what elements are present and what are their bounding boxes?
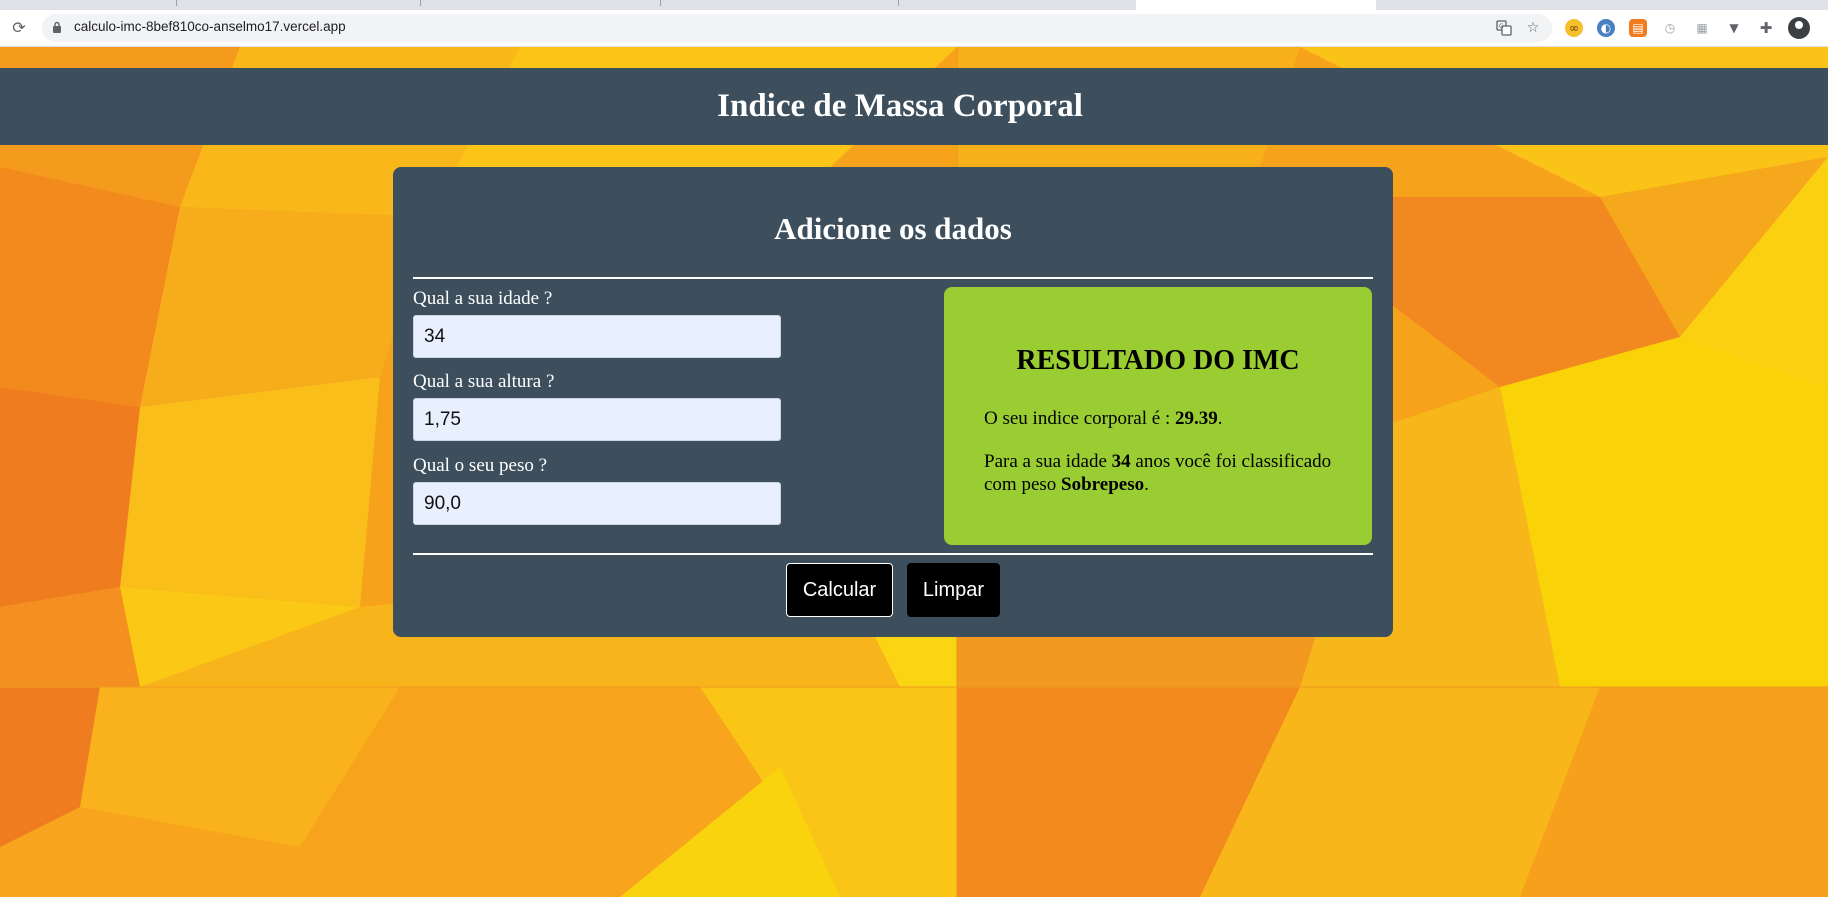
age-label: Qual a sua idade ? (413, 288, 553, 309)
top-divider (413, 277, 1373, 279)
result-panel: RESULTADO DO IMC O seu indice corporal é… (944, 287, 1372, 545)
tab-separator (420, 0, 421, 6)
result-classification: Sobrepeso (1061, 474, 1145, 495)
address-bar[interactable]: calculo-imc-8bef810co-anselmo17.vercel.a… (42, 14, 1552, 42)
svg-text:G: G (1499, 23, 1504, 30)
weight-label: Qual o seu peso ? (413, 455, 548, 476)
puzzle-icon[interactable]: ✚ (1757, 19, 1775, 37)
page-header: Indice de Massa Corporal (0, 68, 1828, 145)
tab-strip (0, 0, 1828, 10)
profile-icon[interactable] (1788, 17, 1810, 39)
result-index-text: O seu indice corporal é : 29.39. (984, 407, 1344, 430)
browser-toolbar: ⟳ calculo-imc-8bef810co-anselmo17.vercel… (0, 10, 1828, 47)
inactive-tabs[interactable] (0, 0, 1136, 10)
tab-separator (898, 0, 899, 6)
extension-compass-icon[interactable]: ◐ (1597, 19, 1615, 37)
result-age-value: 34 (1111, 451, 1131, 472)
imc-form-card: Adicione os dados Qual a sua idade ? Qua… (393, 167, 1393, 637)
result-classification-suffix: . (1144, 474, 1149, 495)
tab-separator (660, 0, 661, 6)
height-input[interactable] (413, 398, 781, 441)
calculate-button[interactable]: Calcular (786, 563, 893, 617)
clear-button[interactable]: Limpar (907, 563, 1000, 617)
result-index-prefix: O seu indice corporal é : (984, 408, 1175, 429)
age-input[interactable] (413, 315, 781, 358)
lock-icon[interactable] (52, 21, 62, 33)
extension-vee-icon[interactable]: ▼ (1725, 19, 1743, 37)
result-title: RESULTADO DO IMC (1016, 345, 1300, 376)
result-index-suffix: . (1217, 408, 1223, 429)
star-icon[interactable]: ☆ (1524, 19, 1542, 37)
result-classification-text: Para a sua idade 34 anos você foi classi… (984, 450, 1344, 496)
extension-grid-icon[interactable]: ▦ (1693, 19, 1711, 37)
translate-icon[interactable]: G (1495, 19, 1513, 37)
result-age-prefix: Para a sua idade (984, 451, 1112, 472)
reload-icon[interactable]: ⟳ (8, 16, 30, 38)
height-label: Qual a sua altura ? (413, 371, 555, 392)
weight-input[interactable] (413, 482, 781, 525)
page-content: Indice de Massa Corporal Adicione os dad… (0, 47, 1828, 897)
tab-separator (176, 0, 177, 6)
extension-glasses-icon[interactable]: ∞ (1565, 19, 1583, 37)
form-title: Adicione os dados (774, 211, 1012, 246)
extension-calculator-icon[interactable]: ▤ (1629, 19, 1647, 37)
result-index-value: 29.39 (1174, 408, 1218, 429)
url-text[interactable]: calculo-imc-8bef810co-anselmo17.vercel.a… (74, 19, 346, 34)
extension-clock-icon[interactable]: ◷ (1661, 19, 1679, 37)
page-title: Indice de Massa Corporal (717, 88, 1083, 124)
active-tab[interactable] (1136, 0, 1376, 10)
bottom-divider (413, 553, 1373, 555)
